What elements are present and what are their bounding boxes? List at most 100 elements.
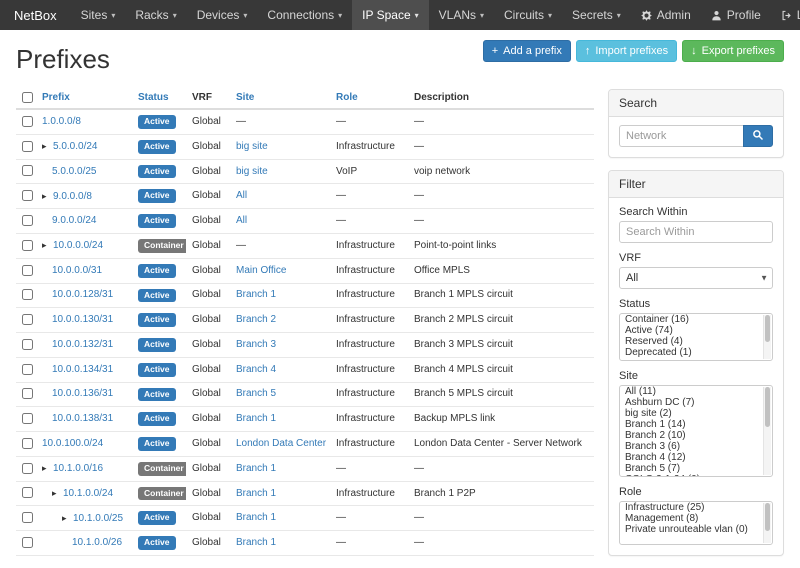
site-link[interactable]: Branch 2 [236, 314, 276, 325]
prefix-link[interactable]: 9.0.0.0/24 [52, 215, 96, 226]
role-multiselect[interactable]: Infrastructure (25)Management (8)Private… [619, 501, 773, 545]
filter-option[interactable]: Branch 4 (12) [620, 452, 772, 463]
site-link[interactable]: All [236, 190, 247, 201]
import-prefixes-button[interactable]: ↑ Import prefixes [576, 40, 677, 62]
row-checkbox[interactable] [22, 413, 33, 424]
row-checkbox[interactable] [22, 314, 33, 325]
filter-option[interactable]: All (11) [620, 386, 772, 397]
nav-item-admin[interactable]: Admin [631, 0, 701, 30]
row-checkbox[interactable] [22, 438, 33, 449]
add-prefix-button[interactable]: + Add a prefix [483, 40, 571, 62]
scrollbar-thumb[interactable] [765, 387, 770, 427]
site-link[interactable]: Branch 1 [236, 289, 276, 300]
filter-option[interactable]: Branch 5 (7) [620, 463, 772, 474]
prefix-link[interactable]: 10.0.100.0/24 [42, 438, 103, 449]
site-link[interactable]: Branch 1 [236, 512, 276, 523]
row-checkbox[interactable] [22, 215, 33, 226]
prefix-link[interactable]: 10.0.0.138/31 [52, 413, 113, 424]
expand-caret-icon[interactable]: ▸ [62, 512, 73, 524]
expand-caret-icon[interactable]: ▸ [42, 140, 53, 152]
select-all-checkbox[interactable] [22, 92, 33, 103]
filter-option[interactable]: Management (8) [620, 513, 772, 524]
nav-item-vlans[interactable]: VLANs ▾ [429, 0, 494, 30]
site-link[interactable]: All [236, 215, 247, 226]
nav-item-logout[interactable]: Log out [771, 0, 800, 30]
prefix-link[interactable]: 10.0.0.0/31 [52, 265, 102, 276]
scrollbar-thumb[interactable] [765, 315, 770, 342]
row-checkbox[interactable] [22, 116, 33, 127]
scrollbar-thumb[interactable] [765, 503, 770, 531]
row-checkbox[interactable] [22, 537, 33, 548]
filter-option[interactable]: Infrastructure (25) [620, 502, 772, 513]
prefix-link[interactable]: 5.0.0.0/24 [53, 141, 97, 152]
prefix-link[interactable]: 10.0.0.134/31 [52, 364, 113, 375]
search-button[interactable] [743, 125, 773, 147]
prefix-link[interactable]: 10.0.0.136/31 [52, 388, 113, 399]
filter-option[interactable]: Branch 3 (6) [620, 441, 772, 452]
status-multiselect[interactable]: Container (16)Active (74)Reserved (4)Dep… [619, 313, 773, 361]
row-checkbox[interactable] [22, 265, 33, 276]
site-link[interactable]: Main Office [236, 265, 286, 276]
row-checkbox[interactable] [22, 487, 33, 498]
prefix-link[interactable]: 10.0.0.132/31 [52, 339, 113, 350]
site-link[interactable]: big site [236, 166, 268, 177]
nav-item-secrets[interactable]: Secrets ▾ [562, 0, 631, 30]
expand-caret-icon[interactable]: ▸ [42, 190, 53, 202]
filter-option[interactable]: Container (16) [620, 314, 772, 325]
brand-logo[interactable]: NetBox [0, 0, 71, 30]
expand-caret-icon[interactable]: ▸ [42, 239, 53, 251]
site-link[interactable]: London Data Center [236, 438, 326, 449]
prefix-link[interactable]: 9.0.0.0/8 [53, 191, 92, 202]
site-link[interactable]: Branch 1 [236, 488, 276, 499]
nav-item-devices[interactable]: Devices ▾ [187, 0, 258, 30]
sort-site-header[interactable]: Site [236, 92, 254, 103]
row-checkbox[interactable] [22, 388, 33, 399]
row-checkbox[interactable] [22, 141, 33, 152]
site-link[interactable]: Branch 1 [236, 537, 276, 548]
nav-item-ip-space[interactable]: IP Space ▾ [352, 0, 429, 30]
site-link[interactable]: Branch 1 [236, 413, 276, 424]
nav-item-profile[interactable]: Profile [701, 0, 771, 30]
site-link[interactable]: Branch 4 [236, 364, 276, 375]
row-checkbox[interactable] [22, 289, 33, 300]
filter-option[interactable]: COLO 3-1-24 (0) [620, 474, 772, 477]
prefix-link[interactable]: 1.0.0.0/8 [42, 116, 81, 127]
prefix-link[interactable]: 10.0.0.128/31 [52, 289, 113, 300]
row-checkbox[interactable] [22, 512, 33, 523]
row-checkbox[interactable] [22, 240, 33, 251]
expand-caret-icon[interactable]: ▸ [42, 462, 53, 474]
site-multiselect[interactable]: All (11)Ashburn DC (7)big site (2)Branch… [619, 385, 773, 477]
export-prefixes-button[interactable]: ↓ Export prefixes [682, 40, 784, 62]
site-link[interactable]: Branch 5 [236, 388, 276, 399]
row-checkbox[interactable] [22, 190, 33, 201]
row-checkbox[interactable] [22, 364, 33, 375]
filter-option[interactable]: Private unrouteable vlan (0) [620, 524, 772, 535]
sort-status-header[interactable]: Status [138, 92, 169, 103]
site-link[interactable]: big site [236, 141, 268, 152]
search-within-input[interactable] [619, 221, 773, 243]
row-checkbox[interactable] [22, 165, 33, 176]
prefix-link[interactable]: 5.0.0.0/25 [52, 166, 96, 177]
sort-prefix-header[interactable]: Prefix [42, 92, 70, 103]
nav-item-circuits[interactable]: Circuits ▾ [494, 0, 562, 30]
prefix-link[interactable]: 10.0.0.0/24 [53, 240, 103, 251]
site-link[interactable]: Branch 1 [236, 463, 276, 474]
row-checkbox[interactable] [22, 339, 33, 350]
sort-role-header[interactable]: Role [336, 92, 358, 103]
filter-option[interactable]: Branch 2 (10) [620, 430, 772, 441]
filter-option[interactable]: big site (2) [620, 408, 772, 419]
nav-item-sites[interactable]: Sites ▾ [71, 0, 126, 30]
site-link[interactable]: Branch 3 [236, 339, 276, 350]
search-input[interactable] [619, 125, 743, 147]
row-checkbox[interactable] [22, 463, 33, 474]
filter-option[interactable]: Branch 1 (14) [620, 419, 772, 430]
filter-option[interactable]: Reserved (4) [620, 336, 772, 347]
prefix-link[interactable]: 10.1.0.0/26 [72, 537, 122, 548]
prefix-link[interactable]: 10.1.0.0/16 [53, 463, 103, 474]
nav-item-connections[interactable]: Connections ▾ [257, 0, 352, 30]
vrf-select[interactable]: All ▼ [619, 267, 773, 289]
filter-option[interactable]: Deprecated (1) [620, 347, 772, 358]
nav-item-racks[interactable]: Racks ▾ [125, 0, 186, 30]
prefix-link[interactable]: 10.1.0.0/25 [73, 513, 123, 524]
filter-option[interactable]: Ashburn DC (7) [620, 397, 772, 408]
